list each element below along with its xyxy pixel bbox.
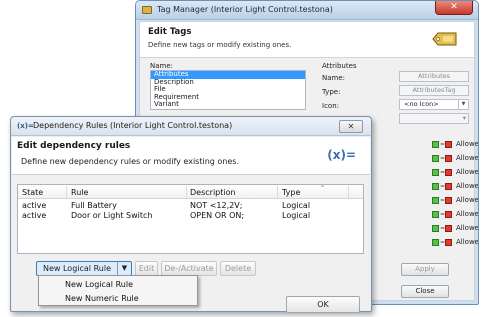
icon-label: Icon: — [322, 102, 339, 110]
allowed-label: Allowed — [456, 182, 479, 190]
green-square-icon — [432, 183, 439, 190]
green-square-icon — [432, 197, 439, 204]
column-divider[interactable] — [348, 186, 349, 198]
red-square-icon — [445, 155, 452, 162]
type-field[interactable]: AttributesTag — [399, 85, 469, 96]
cell-state: active — [22, 211, 47, 220]
allowed-label: Allowed — [456, 196, 479, 204]
dependency-rules-title: Dependency Rules (Interior Light Control… — [33, 121, 233, 130]
tag-name-label: Name: — [150, 62, 174, 70]
tag-icon — [432, 32, 457, 46]
chevron-down-icon[interactable]: ▼ — [458, 100, 468, 109]
red-square-icon — [445, 183, 452, 190]
column-header-type[interactable]: Type — [282, 188, 300, 197]
tag-manager-heading: Edit Tags — [148, 27, 192, 37]
tag-manager-subheading: Define new tags or modify existing ones. — [148, 41, 292, 49]
close-icon[interactable]: ✕ — [435, 1, 473, 15]
list-item[interactable]: Description — [151, 78, 305, 87]
cell-description: OPEN OR ON; — [190, 211, 245, 220]
red-square-icon — [445, 211, 452, 218]
red-square-icon — [445, 197, 452, 204]
green-square-icon — [432, 155, 439, 162]
new-logical-rule-button[interactable]: New Logical Rule ▼ — [36, 261, 132, 276]
apply-button[interactable]: Apply — [401, 263, 449, 276]
column-header-state[interactable]: State — [22, 188, 43, 197]
dependency-rules-heading: Edit dependency rules — [17, 141, 131, 151]
rules-table-header: State Rule Description Type ^ — [18, 185, 363, 199]
column-divider[interactable] — [66, 186, 67, 198]
cell-rule: Full Battery — [71, 201, 117, 210]
red-square-icon — [445, 141, 452, 148]
new-rule-menu[interactable]: New Logical Rule New Numeric Rule — [38, 275, 198, 306]
chevron-down-icon[interactable]: ▾ — [463, 114, 466, 122]
attribute-field[interactable]: ▾ — [399, 113, 469, 124]
tag-manager-header: Edit Tags Define new tags or modify exis… — [140, 22, 474, 58]
dependency-rules-subheading: Define new dependency rules or modify ex… — [21, 157, 239, 166]
green-square-icon — [432, 169, 439, 176]
formula-icon: (x)= — [327, 148, 356, 162]
menu-item-new-numeric-rule[interactable]: New Numeric Rule — [39, 292, 197, 305]
ok-button[interactable]: OK — [286, 296, 360, 313]
cell-type: Logical — [282, 211, 311, 220]
sort-caret-icon: ^ — [320, 185, 326, 192]
close-button[interactable]: Close — [401, 285, 449, 298]
column-divider[interactable] — [186, 186, 187, 198]
icon-select[interactable]: <no Icon> ▼ — [399, 99, 469, 110]
red-square-icon — [445, 239, 452, 246]
close-icon[interactable]: ✕ — [339, 120, 363, 133]
green-square-icon — [432, 211, 439, 218]
cell-rule: Door or Light Switch — [71, 211, 153, 220]
new-logical-rule-label: New Logical Rule — [43, 264, 111, 273]
chevron-down-icon[interactable]: ▼ — [117, 262, 131, 275]
list-item[interactable]: Variant — [151, 100, 305, 109]
cell-state: active — [22, 201, 47, 210]
edit-button[interactable]: Edit — [135, 261, 158, 276]
allowed-label: Allowed — [456, 238, 479, 246]
allowed-label: Allowed — [456, 140, 479, 148]
allowed-label: Allowed — [456, 168, 479, 176]
name-field-label: Name: — [322, 74, 346, 82]
type-label: Type: — [322, 88, 341, 96]
red-square-icon — [445, 225, 452, 232]
column-header-description[interactable]: Description — [190, 188, 236, 197]
allowed-label: Allowed — [456, 210, 479, 218]
attributes-label: Attributes — [322, 62, 357, 70]
dependency-rules-titlebar[interactable]: (x)= Dependency Rules (Interior Light Co… — [11, 117, 371, 136]
name-field[interactable]: Attributes — [399, 71, 469, 82]
rules-table[interactable]: State Rule Description Type ^ active Ful… — [17, 184, 364, 254]
green-square-icon — [432, 225, 439, 232]
delete-button[interactable]: Delete — [220, 261, 256, 276]
tag-icon — [142, 6, 152, 14]
icon-select-value: <no Icon> — [404, 100, 439, 108]
dependency-icon: (x)= — [17, 122, 34, 130]
column-header-rule[interactable]: Rule — [71, 188, 88, 197]
red-square-icon — [445, 169, 452, 176]
green-square-icon — [432, 239, 439, 246]
tag-manager-title: Tag Manager (Interior Light Control.test… — [157, 5, 333, 14]
activate-button[interactable]: De-/Activate — [161, 261, 217, 276]
green-square-icon — [432, 141, 439, 148]
tag-manager-titlebar[interactable]: Tag Manager (Interior Light Control.test… — [136, 1, 478, 20]
allowed-label: Allowed — [456, 224, 479, 232]
tag-list[interactable]: Attributes Description File Requirement … — [150, 70, 306, 110]
menu-item-new-logical-rule[interactable]: New Logical Rule — [39, 278, 197, 291]
dependency-rules-header: Edit dependency rules Define new depende… — [12, 137, 370, 175]
allowed-label: Allowed — [456, 154, 479, 162]
cell-description: NOT <12,2V; — [190, 201, 243, 210]
column-divider[interactable] — [277, 186, 278, 198]
cell-type: Logical — [282, 201, 311, 210]
